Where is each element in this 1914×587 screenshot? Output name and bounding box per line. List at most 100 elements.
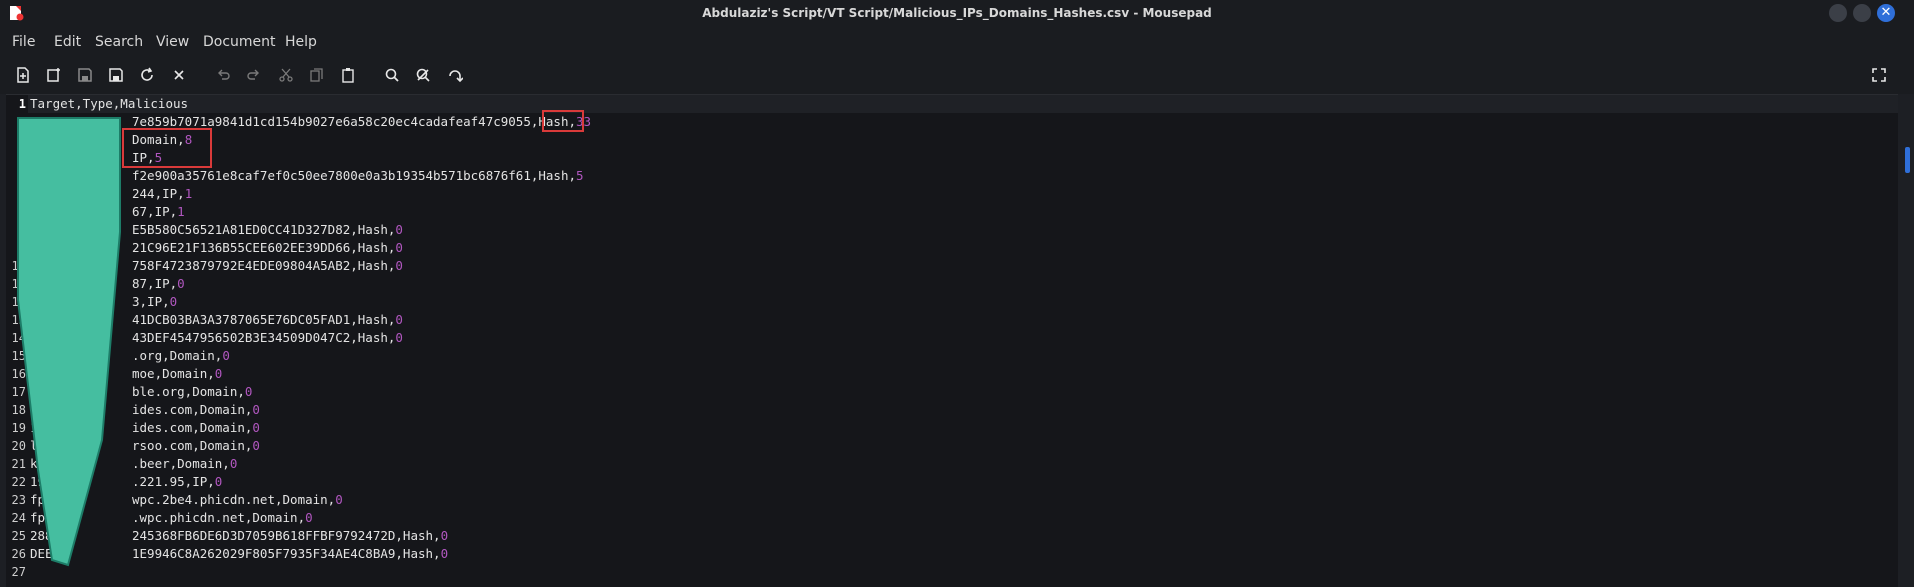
editor-line[interactable]: 87,IP,0 — [132, 275, 185, 293]
fullscreen-icon[interactable] — [1870, 66, 1888, 84]
window-title: Abdulaziz's Script/VT Script/Malicious_I… — [702, 6, 1212, 20]
malicious-count: 0 — [440, 546, 449, 561]
line-number: 24 — [11, 511, 26, 525]
malicious-count: 0 — [395, 222, 403, 237]
editor-line[interactable]: 244,IP,1 — [132, 185, 192, 203]
line-number: 3 — [18, 133, 26, 147]
scrollbar-thumb[interactable] — [1905, 147, 1910, 173]
line-fragment: 19 — [30, 474, 46, 489]
malicious-count: 0 — [222, 348, 230, 363]
malicious-count: 0 — [244, 384, 253, 399]
editor-line[interactable]: .beer,Domain,0 — [132, 455, 237, 473]
line-text: .wpc.phicdn.net,Domain, — [132, 510, 306, 525]
title-bar: Abdulaziz's Script/VT Script/Malicious_I… — [0, 0, 1914, 28]
text-editor[interactable]: 1 2 3 4 5 6 7 8 9 10 11 12 13 14 15 16 17 18 19 20 21 22 23 24 2… — [6, 94, 1898, 587]
menu-help[interactable]: Help — [285, 34, 317, 50]
menu-edit[interactable]: Edit — [54, 34, 81, 50]
paste-icon[interactable] — [339, 66, 357, 84]
editor-line[interactable]: E5B580C56521A81ED0CC41D327D82,Hash,0 — [132, 221, 403, 239]
highlight-box-hash — [542, 110, 584, 132]
line-text: rsoo.com,Domain, — [132, 438, 253, 453]
line-fragment: 288 — [30, 528, 53, 543]
editor-line[interactable]: ides.com,Domain,0 — [132, 401, 260, 419]
menu-file[interactable]: File — [12, 34, 35, 50]
find-replace-icon[interactable] — [414, 66, 432, 84]
editor-line[interactable]: 1E9946C8A262029F805F7935F34AE4C8BA9,Hash… — [132, 545, 448, 563]
line-text: .org,Domain, — [132, 348, 223, 363]
editor-line[interactable]: ble.org,Domain,0 — [132, 383, 252, 401]
maximize-button[interactable] — [1853, 4, 1871, 22]
line-number: 25 — [11, 529, 26, 543]
malicious-count: 1 — [177, 204, 185, 219]
editor-line[interactable]: 43DEF4547956502B3E34509D047C2,Hash,0 — [132, 329, 403, 347]
editor-line[interactable]: rsoo.com,Domain,0 — [132, 437, 260, 455]
line-number: 14 — [11, 331, 26, 345]
menu-search[interactable]: Search — [95, 34, 143, 50]
editor-line[interactable]: f2e900a35761e8caf7ef0c50ee7800e0a3b19354… — [132, 167, 584, 185]
editor-line[interactable]: wpc.2be4.phicdn.net,Domain,0 — [132, 491, 343, 509]
line-text: 67,IP, — [132, 204, 178, 219]
editor-line[interactable]: 758F4723879792E4EDE09804A5AB2,Hash,0 — [132, 257, 403, 275]
save-icon[interactable] — [76, 66, 94, 84]
search-icon[interactable] — [383, 66, 401, 84]
malicious-count: 0 — [177, 276, 185, 291]
copy-icon[interactable] — [308, 66, 326, 84]
editor-line[interactable]: 3,IP,0 — [132, 293, 177, 311]
cut-icon[interactable] — [277, 66, 295, 84]
save-as-icon[interactable] — [107, 66, 125, 84]
close-window-button[interactable]: ✕ — [1877, 4, 1895, 22]
line-number: 15 — [11, 349, 26, 363]
line-number: 17 — [11, 385, 26, 399]
redo-icon[interactable] — [245, 66, 263, 84]
go-to-line-icon[interactable] — [446, 66, 464, 84]
current-line-highlight — [28, 95, 1898, 113]
undo-icon[interactable] — [214, 66, 232, 84]
line-number: 21 — [11, 457, 26, 471]
editor-line[interactable]: .221.95,IP,0 — [132, 473, 222, 491]
line-number-gutter: 1 2 3 4 5 6 7 8 9 10 11 12 13 14 15 16 17 18 19 20 21 22 23 24 2… — [6, 95, 28, 587]
editor-line[interactable]: 67,IP,1 — [132, 203, 185, 221]
menu-view[interactable]: View — [156, 34, 189, 50]
new-document-icon[interactable] — [14, 66, 32, 84]
malicious-count: 0 — [214, 474, 223, 489]
line-number: 12 — [11, 295, 26, 309]
line-text: 87,IP, — [132, 276, 178, 291]
line-text: 3,IP, — [132, 294, 170, 309]
line-text: 245368FB6DE6D3D7059B618FFBF9792472D,Hash… — [132, 528, 441, 543]
line-number: 20 — [11, 439, 26, 453]
malicious-count: 0 — [395, 240, 403, 255]
line-number: 23 — [11, 493, 26, 507]
line-fragment: 19 — [30, 420, 46, 435]
editor-line[interactable]: moe,Domain,0 — [132, 365, 222, 383]
editor-line[interactable]: 41DCB03BA3A3787065E76DC05FAD1,Hash,0 — [132, 311, 403, 329]
line-text: ides.com,Domain, — [132, 420, 253, 435]
malicious-count: 0 — [252, 420, 260, 435]
line-text: 41DCB03BA3A3787065E76DC05FAD1,Hash, — [132, 312, 396, 327]
malicious-count: 0 — [169, 294, 178, 309]
editor-line[interactable]: .wpc.phicdn.net,Domain,0 — [132, 509, 313, 527]
editor-line[interactable]: 245368FB6DE6D3D7059B618FFBF9792472D,Hash… — [132, 527, 448, 545]
minimize-button[interactable] — [1829, 4, 1847, 22]
close-document-icon[interactable] — [170, 66, 188, 84]
line-number: 11 — [11, 277, 26, 291]
malicious-count: 1 — [184, 186, 193, 201]
line-number: 4 — [18, 151, 26, 165]
line-text: moe,Domain, — [132, 366, 215, 381]
line-fragment: DEE7 — [30, 546, 61, 561]
menu-document[interactable]: Document — [203, 34, 276, 50]
editor-line[interactable]: ides.com,Domain,0 — [132, 419, 260, 437]
malicious-count: 0 — [395, 258, 403, 273]
line-number: 6 — [18, 187, 26, 201]
reload-icon[interactable] — [138, 66, 156, 84]
new-window-icon[interactable] — [45, 66, 63, 84]
editor-line[interactable]: 21C96E21F136B55CEE602EE39DD66,Hash,0 — [132, 239, 403, 257]
line-fragment: l — [30, 438, 38, 453]
malicious-count: 0 — [395, 312, 403, 327]
editor-line[interactable]: .org,Domain,0 — [132, 347, 230, 365]
line-text: f2e900a35761e8caf7ef0c50ee7800e0a3b19354… — [132, 168, 577, 183]
line-text: ble.org,Domain, — [132, 384, 245, 399]
line-number: 19 — [11, 421, 26, 435]
malicious-count: 0 — [252, 438, 260, 453]
menu-bar: File Edit Search View Document Help — [0, 28, 1914, 56]
editor-line[interactable]: Target,Type,Malicious — [30, 95, 188, 113]
